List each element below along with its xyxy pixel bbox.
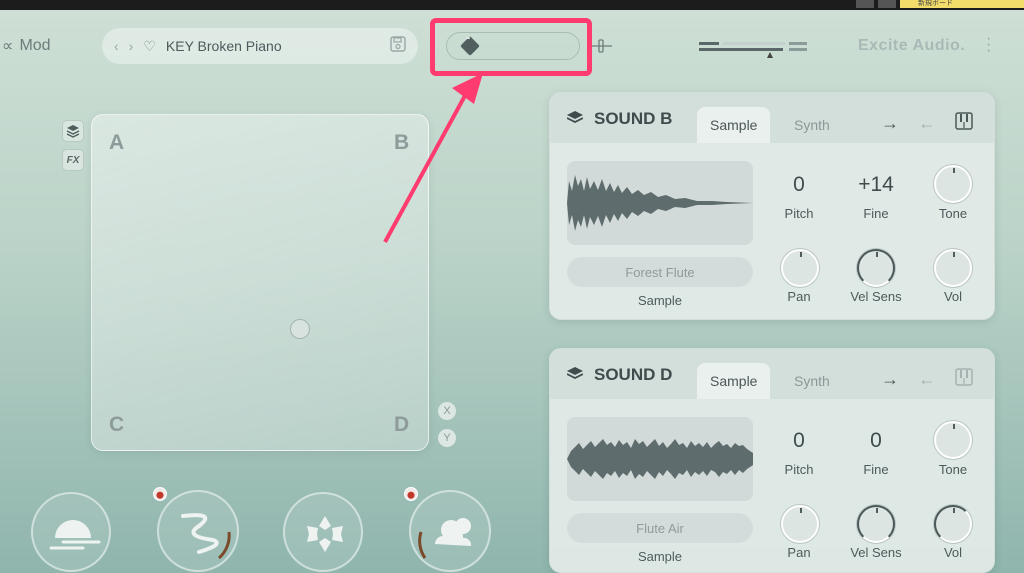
macro-lamp-indicator <box>404 487 418 501</box>
macro-lamp-indicator <box>153 487 167 501</box>
vol-knob[interactable] <box>934 249 972 287</box>
mod-button[interactable]: ∝ Mod <box>2 36 51 56</box>
keyboard-icon[interactable] <box>955 112 973 130</box>
macro-knob-wind[interactable] <box>157 490 239 572</box>
prev-preset-icon[interactable]: ‹ <box>114 38 119 54</box>
layers-icon <box>567 111 583 124</box>
sound-d-panel: SOUND D Sample Synth → ← Flute Air Sampl… <box>549 348 995 573</box>
vel-sens-label: Vel Sens <box>850 545 902 560</box>
vel-sens-knob[interactable] <box>857 249 895 287</box>
next-preset-icon[interactable]: › <box>129 38 134 54</box>
vol-label: Vol <box>943 289 963 304</box>
x-axis-button[interactable]: X <box>438 402 456 420</box>
tab-sample[interactable]: Sample <box>697 107 771 143</box>
source-label: Sample <box>637 293 683 308</box>
waveform-display[interactable] <box>567 417 753 501</box>
pitch-label: Pitch <box>784 462 814 477</box>
pitch-label: Pitch <box>784 206 814 221</box>
output-meter <box>699 40 807 60</box>
fine-label: Fine <box>863 462 889 477</box>
sound-b-panel: SOUND B Sample Synth → ← Forest Flute Sa… <box>549 92 995 320</box>
xy-pad[interactable]: A B C D <box>91 114 429 451</box>
arrow-left-icon[interactable]: ← <box>918 113 936 134</box>
pan-label: Pan <box>787 545 811 560</box>
save-icon[interactable] <box>390 35 406 57</box>
vol-knob[interactable] <box>934 505 972 543</box>
sun-cloud-icon <box>49 520 101 550</box>
highlight-box <box>430 18 592 76</box>
macro-knob-sun[interactable] <box>31 492 111 572</box>
window-button[interactable] <box>856 0 874 8</box>
window-top-strip: 新規ボード <box>0 0 1024 10</box>
link-icon: ∝ <box>2 38 14 55</box>
fx-button[interactable]: FX <box>62 149 84 171</box>
tone-knob[interactable] <box>934 421 972 459</box>
tab-synth[interactable]: Synth <box>781 107 843 143</box>
pan-label: Pan <box>787 289 811 304</box>
arrow-right-icon[interactable]: → <box>881 113 899 134</box>
brand-logo: Excite Audio. <box>858 37 966 54</box>
panel-title: SOUND D <box>594 365 673 384</box>
y-axis-button[interactable]: Y <box>438 429 456 447</box>
tone-label: Tone <box>938 462 968 477</box>
macro-knob-snow[interactable] <box>283 492 363 572</box>
fine-value[interactable]: 0 <box>840 429 912 453</box>
pan-knob[interactable] <box>781 249 819 287</box>
fine-value[interactable]: +14 <box>840 173 912 197</box>
macro-knob-cloud[interactable] <box>409 490 491 572</box>
vel-sens-label: Vel Sens <box>850 289 902 304</box>
fine-label: Fine <box>863 206 889 221</box>
tab-synth[interactable]: Synth <box>781 363 843 399</box>
corner-label-c: C <box>109 413 125 436</box>
heart-icon[interactable]: ♡ <box>143 38 156 55</box>
source-name[interactable]: Forest Flute <box>567 257 753 287</box>
layers-icon <box>567 367 583 380</box>
arrow-left-icon[interactable]: ← <box>918 369 936 390</box>
mod-label: Mod <box>19 37 51 54</box>
tone-knob[interactable] <box>934 165 972 203</box>
keyboard-icon[interactable] <box>955 368 973 386</box>
snowflake-icon <box>307 516 343 552</box>
preset-name[interactable]: KEY Broken Piano <box>166 38 380 54</box>
slider-icon[interactable] <box>592 39 612 53</box>
pitch-value[interactable]: 0 <box>763 173 835 197</box>
source-name[interactable]: Flute Air <box>567 513 753 543</box>
vol-label: Vol <box>943 545 963 560</box>
wind-swirl-icon <box>181 513 231 560</box>
more-options-icon[interactable]: · · · <box>986 31 991 59</box>
cloud-icon <box>418 518 472 559</box>
waveform-display[interactable] <box>567 161 753 245</box>
preset-bar: ‹ › ♡ KEY Broken Piano <box>102 28 418 64</box>
new-board-button[interactable]: 新規ボード <box>900 0 1024 8</box>
tab-sample[interactable]: Sample <box>697 363 771 399</box>
panel-title: SOUND B <box>594 109 673 128</box>
vel-sens-knob[interactable] <box>857 505 895 543</box>
meter-marker-icon[interactable] <box>767 52 773 58</box>
pitch-value[interactable]: 0 <box>763 429 835 453</box>
pan-knob[interactable] <box>781 505 819 543</box>
corner-label-a: A <box>109 131 125 154</box>
arrow-right-icon[interactable]: → <box>881 369 899 390</box>
xy-handle[interactable] <box>290 319 310 339</box>
corner-label-b: B <box>394 131 410 154</box>
window-button[interactable] <box>878 0 896 8</box>
source-label: Sample <box>637 549 683 564</box>
layers-icon[interactable] <box>62 120 84 142</box>
tone-label: Tone <box>938 206 968 221</box>
corner-label-d: D <box>394 413 410 436</box>
